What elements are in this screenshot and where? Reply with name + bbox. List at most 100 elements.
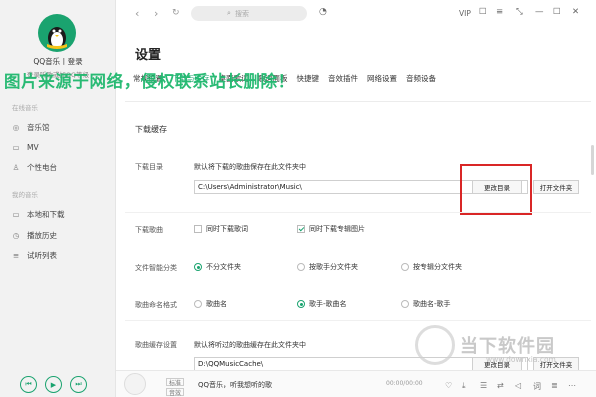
login-link[interactable]: QQ音乐丨登录 (0, 56, 116, 67)
sidebar-item-mv[interactable]: ▭ MV (10, 140, 110, 154)
close-icon[interactable]: ✕ (572, 7, 579, 17)
album-art[interactable] (124, 373, 146, 395)
download-lyrics-option[interactable]: 同时下载歌词 (194, 224, 248, 234)
scrollbar-thumb[interactable] (591, 145, 594, 175)
sidebar: QQ音乐丨登录 登录听歌或加QQ等级 在线音乐 ◎ 音乐馆 ▭ MV ♙ 个性电… (0, 0, 116, 397)
sidebar-item-label: 试听列表 (27, 250, 57, 260)
naming-song-label: 歌曲名 (206, 300, 227, 308)
download-icon[interactable]: ⤓ (462, 381, 466, 391)
download-cover-label: 同时下载专辑图片 (309, 225, 365, 233)
open-download-folder-button[interactable]: 打开文件夹 (533, 180, 579, 194)
naming-song-radio[interactable] (194, 300, 202, 308)
divider (125, 212, 591, 213)
folder-option-album[interactable]: 按专辑分文件夹 (401, 262, 462, 272)
avatar[interactable] (38, 14, 76, 52)
vip-link[interactable]: VIP (459, 9, 471, 18)
next-icon[interactable]: ⏭ (70, 376, 87, 393)
topbar (116, 0, 596, 28)
playlist-icon: ≡ (12, 250, 20, 260)
naming-option-artist-song[interactable]: 歌手-歌曲名 (297, 299, 347, 309)
naming-format-label: 歌曲命名格式 (135, 301, 177, 309)
download-lyrics-label: 同时下载歌词 (206, 225, 248, 233)
naming-option-song[interactable]: 歌曲名 (194, 299, 227, 309)
divider (125, 320, 591, 321)
sidebar-item-label: 播放历史 (27, 230, 57, 240)
folder-artist-label: 按歌手分文件夹 (309, 263, 358, 271)
mini-mode-icon[interactable]: ⤡ (516, 7, 523, 17)
search-input[interactable]: ⌕ 搜索 (191, 6, 307, 21)
maximize-icon[interactable]: ☐ (553, 7, 561, 17)
download-cover-option[interactable]: 同时下载专辑图片 (297, 224, 365, 234)
history-icon: ◷ (12, 230, 20, 240)
local-download-icon: ▭ (12, 209, 20, 219)
skin-icon[interactable]: ☐ (479, 7, 487, 17)
naming-option-song-artist[interactable]: 歌曲名-歌手 (401, 299, 451, 309)
folder-none-radio[interactable] (194, 263, 202, 271)
player-bar (116, 370, 596, 397)
download-cover-checkbox[interactable] (297, 225, 305, 233)
download-lyrics-checkbox[interactable] (194, 225, 202, 233)
folder-artist-radio[interactable] (297, 263, 305, 271)
comment-icon[interactable]: ☰ (480, 381, 487, 390)
folder-album-radio[interactable] (401, 263, 409, 271)
naming-artist-song-radio[interactable] (297, 300, 305, 308)
folder-album-label: 按专辑分文件夹 (413, 263, 462, 271)
divider (125, 101, 591, 102)
speed-icon[interactable]: ◔ (319, 7, 327, 17)
like-icon[interactable]: ♡ (445, 381, 452, 390)
radio-icon: ♙ (12, 162, 20, 172)
music-hall-icon: ◎ (12, 122, 20, 132)
lyrics-icon[interactable]: 词 (533, 381, 541, 392)
share-icon[interactable]: ⋯ (568, 381, 576, 390)
forward-icon[interactable]: › (154, 7, 158, 20)
sidebar-item-label: 音乐馆 (27, 122, 50, 132)
sidebar-item-playlist[interactable]: ≡ 试听列表 (10, 248, 110, 262)
section-online-music: 在线音乐 (12, 104, 38, 112)
sidebar-item-label: 个性电台 (27, 162, 57, 172)
sidebar-item-history[interactable]: ◷ 播放历史 (10, 228, 110, 242)
download-dir-desc: 默认将下载的歌曲保存在此文件夹中 (194, 163, 306, 171)
copyright-watermark: 图片来源于网络，侵权联系站长删除！ (4, 72, 295, 91)
folder-option-artist[interactable]: 按歌手分文件夹 (297, 262, 358, 272)
section-title: 下载缓存 (135, 125, 167, 134)
folder-none-label: 不分文件夹 (206, 263, 241, 271)
tab-shortcuts[interactable]: 快捷键 (297, 73, 320, 87)
back-icon[interactable]: ‹ (135, 7, 139, 20)
volume-icon[interactable]: ◁ (515, 381, 521, 390)
menu-icon[interactable]: ≡ (496, 7, 503, 17)
player-controls: ⏮ ▶ ⏭ (0, 372, 116, 397)
cache-dir-label: 歌曲缓存设置 (135, 341, 177, 349)
tab-effects-plugin[interactable]: 音效插件 (328, 73, 358, 87)
tab-network[interactable]: 网络设置 (367, 73, 397, 87)
sidebar-item-radio[interactable]: ♙ 个性电台 (10, 160, 110, 174)
scrollbar[interactable] (590, 28, 594, 368)
play-icon[interactable]: ▶ (45, 376, 62, 393)
sidebar-item-music-hall[interactable]: ◎ 音乐馆 (10, 120, 110, 134)
sidebar-item-local-download[interactable]: ▭ 本地和下载 (10, 207, 110, 221)
page-title: 设置 (135, 48, 162, 63)
naming-artist-song-label: 歌手-歌曲名 (309, 300, 347, 308)
tab-audio-device[interactable]: 音频设备 (406, 73, 436, 87)
folder-option-none[interactable]: 不分文件夹 (194, 262, 241, 272)
download-song-label: 下载歌曲 (135, 226, 163, 234)
loop-icon[interactable]: ⇄ (497, 381, 504, 390)
playback-time: 00:00/00:00 (386, 380, 423, 387)
penguin-icon (47, 27, 67, 49)
site-url: www.downxia.com (486, 355, 556, 364)
search-icon: ⌕ (227, 9, 231, 17)
refresh-icon[interactable]: ↻ (172, 8, 180, 18)
now-playing-text: QQ音乐，听我想听的歌 (198, 381, 273, 389)
quality-badge[interactable]: 标准 (166, 378, 185, 387)
cache-dir-desc: 默认将听过的歌曲缓存在此文件夹中 (194, 341, 306, 349)
smart-folder-label: 文件智能分类 (135, 264, 177, 272)
site-logo-icon (415, 325, 455, 365)
section-my-music: 我的音乐 (12, 191, 38, 199)
sidebar-item-label: MV (27, 142, 39, 152)
naming-song-artist-radio[interactable] (401, 300, 409, 308)
minimize-icon[interactable]: — (535, 7, 544, 17)
download-dir-label: 下载目录 (135, 163, 163, 171)
naming-song-artist-label: 歌曲名-歌手 (413, 300, 451, 308)
playlist-queue-icon[interactable]: ≣ (551, 381, 558, 390)
effect-badge[interactable]: 音效 (166, 388, 185, 397)
previous-icon[interactable]: ⏮ (20, 376, 37, 393)
